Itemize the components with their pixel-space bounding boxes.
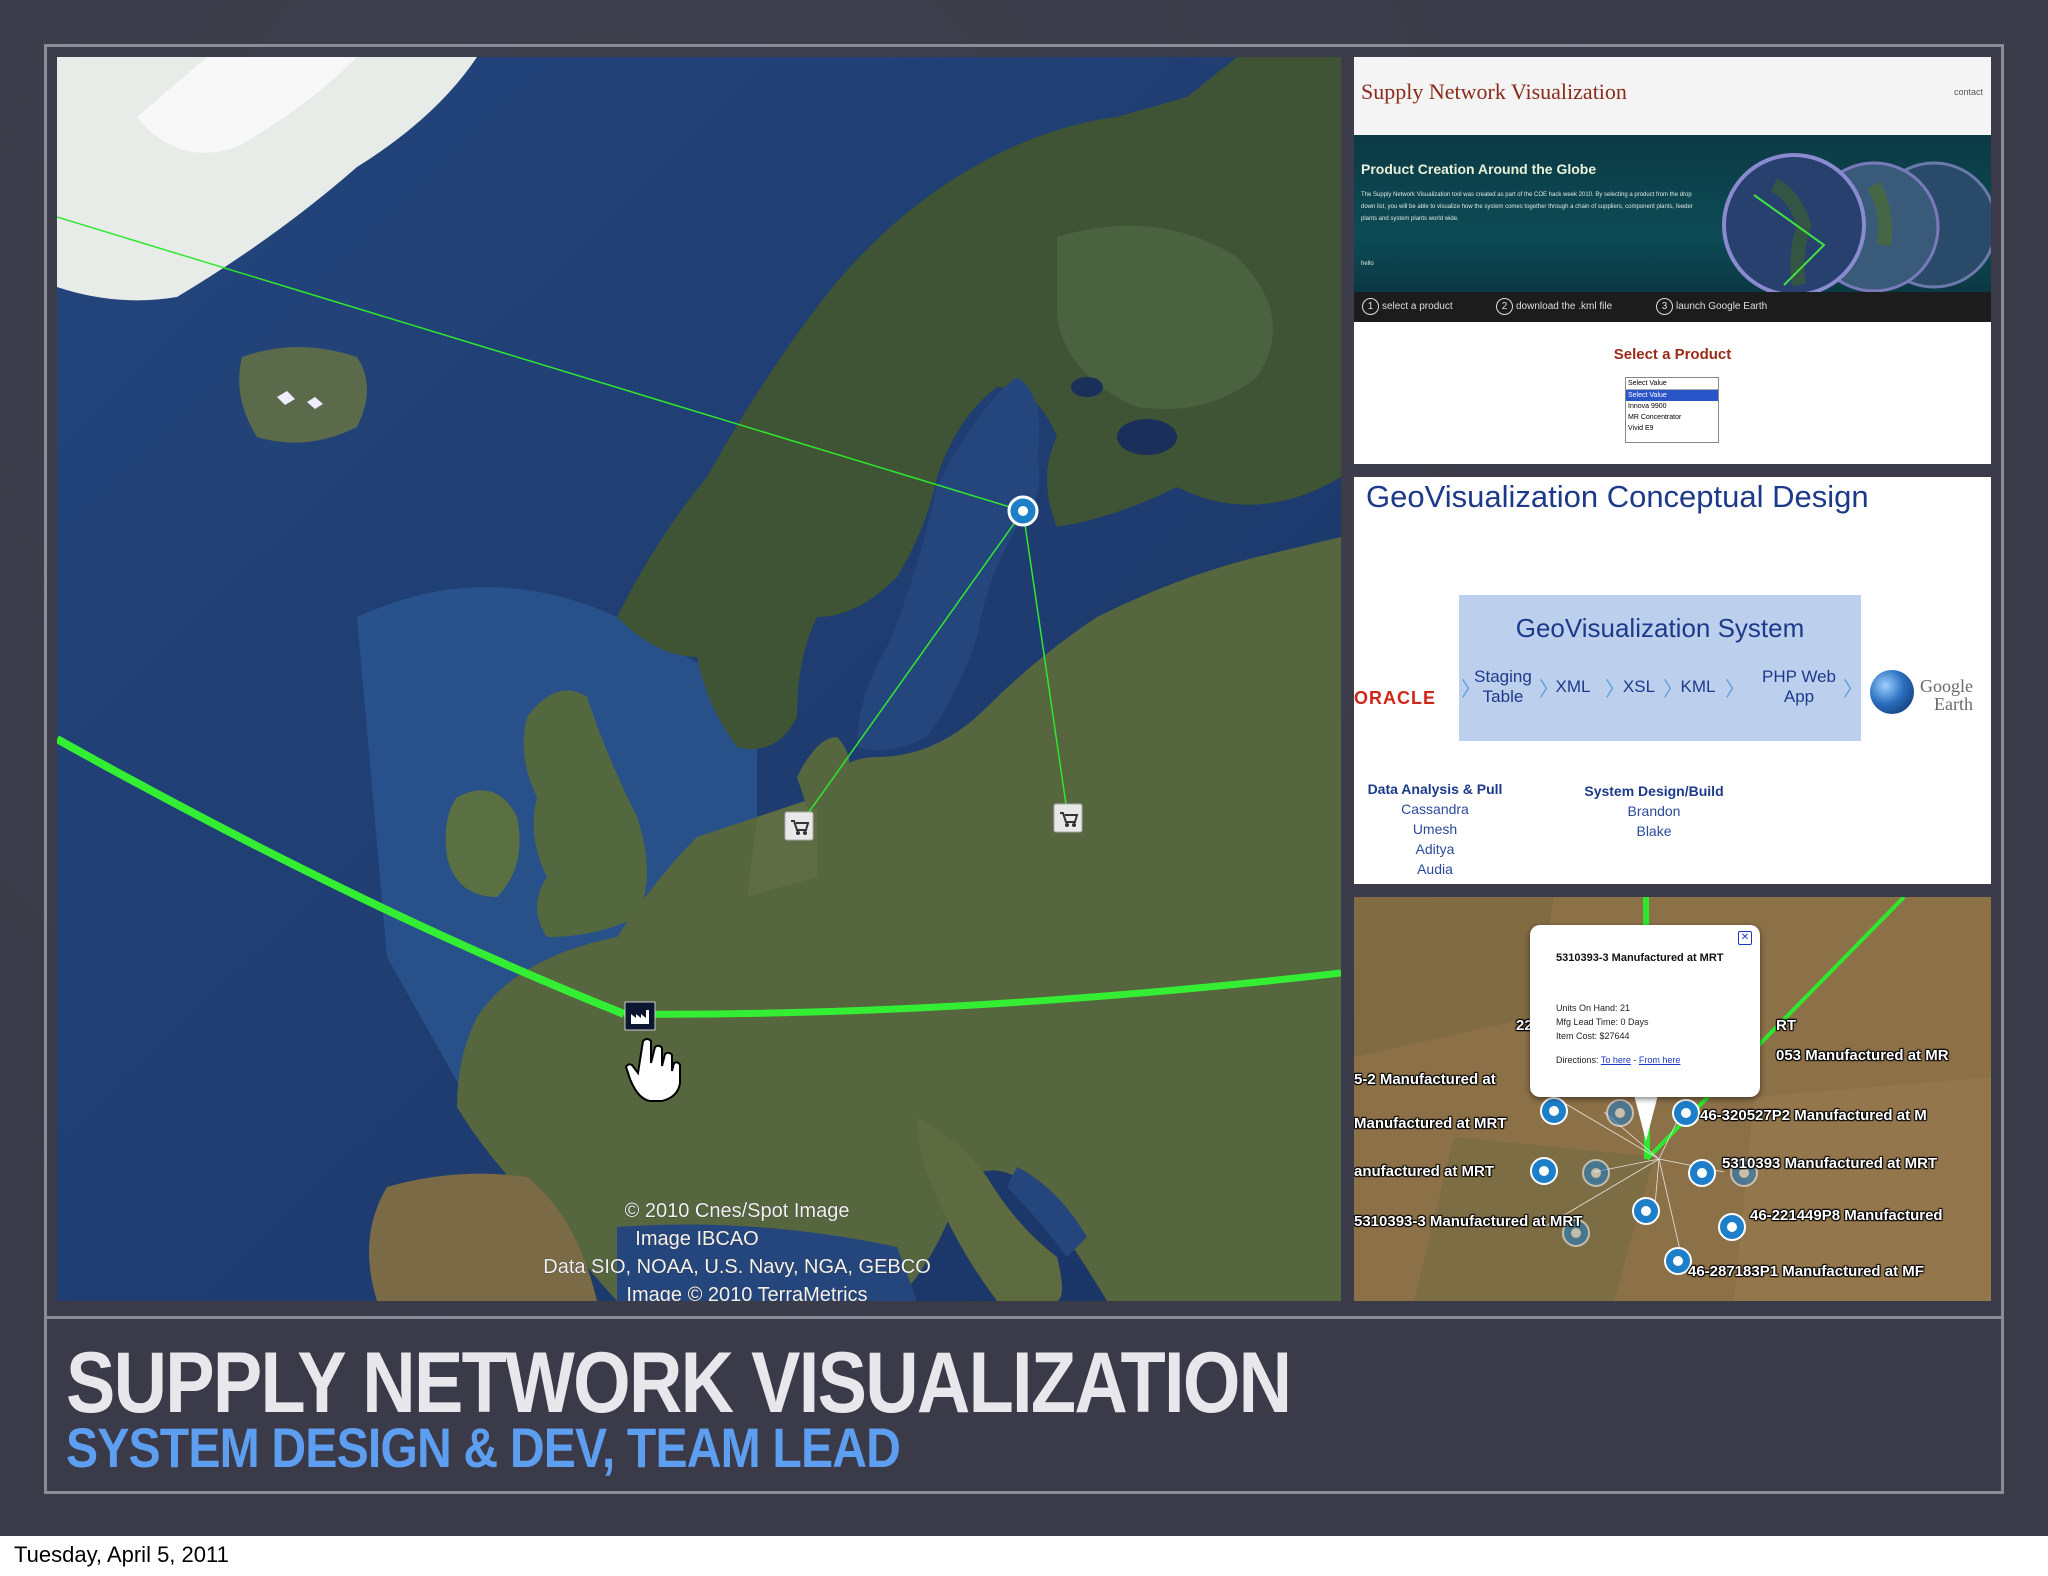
website-screenshot: Supply Network Visualization contact Pro… <box>1354 57 1991 464</box>
main-map-screenshot: © 2010 Cnes/Spot Image Image IBCAO Data … <box>57 57 1341 1301</box>
website-banner: Product Creation Around the Globe The Su… <box>1354 135 1991 305</box>
placemark-label: 46-320527P2 Manufactured at M <box>1700 1107 1927 1124</box>
shopping-cart-icon <box>784 811 814 841</box>
europe-map: © 2010 Cnes/Spot Image Image IBCAO Data … <box>57 57 1341 1301</box>
slide-subtitle: SYSTEM DESIGN & DEV, TEAM LEAD <box>66 1416 901 1479</box>
team-group-data-analysis: Data Analysis & Pull Cassandra Umesh Adi… <box>1367 781 1503 877</box>
placemark-label: 46-221449P8 Manufactured <box>1750 1207 1943 1224</box>
placemark-label: 5310393 Manufactured at MRT <box>1722 1155 1938 1172</box>
placemark-label: RT <box>1776 1017 1796 1034</box>
placemark-label: 5310393-3 Manufactured at MRT <box>1354 1213 1583 1230</box>
geovisualization-system-box: GeoVisualization System 〉 Staging Table … <box>1459 595 1863 741</box>
website-header: Supply Network Visualization contact <box>1354 57 1991 135</box>
gear-icon[interactable] <box>1632 1197 1660 1225</box>
directions-to-here-link[interactable]: To here <box>1601 1055 1631 1065</box>
select-product-heading: Select a Product <box>1613 346 1732 363</box>
gear-icon[interactable] <box>1540 1097 1568 1125</box>
detail-map-screenshot: 22 RT 5-2 Manufactured at 053 Manufactur… <box>1354 897 1991 1301</box>
flow-arrow-icon: 〉 <box>1725 679 1745 701</box>
gear-icon <box>1007 495 1039 527</box>
map-credit-line: © 2010 Cnes/Spot Image <box>625 1200 850 1222</box>
select-option[interactable]: Vivid E9 <box>1626 423 1718 434</box>
placemark-label: 053 Manufactured at MR <box>1776 1047 1949 1064</box>
map-credit-line: Image © 2010 TerraMetrics <box>626 1284 867 1301</box>
popup-directions: Directions: To here - From here <box>1556 1055 1681 1065</box>
oracle-logo: ORACLE <box>1354 688 1436 708</box>
flow-step: XSL <box>1622 677 1656 696</box>
popup-title: 5310393-3 Manufactured at MRT <box>1556 952 1724 964</box>
flow-step: PHP Web App <box>1761 667 1837 706</box>
slide-title: SUPPLY NETWORK VISUALIZATION <box>66 1335 1292 1431</box>
product-select[interactable]: Select Value Select Value Innova 9900 MR… <box>1625 377 1719 443</box>
contact-link[interactable]: contact <box>1954 87 1983 97</box>
placemark-label: 46-287183P1 Manufactured at MF <box>1688 1263 1924 1280</box>
select-option[interactable]: Select Value <box>1626 378 1718 390</box>
placemark-label: Manufactured at MRT <box>1354 1115 1507 1132</box>
flow-step: KML <box>1680 677 1716 696</box>
system-label: GeoVisualization System <box>1515 613 1805 643</box>
close-icon[interactable]: ✕ <box>1738 931 1752 945</box>
select-option[interactable]: Select Value <box>1626 390 1718 401</box>
placemark-label: 5-2 Manufactured at <box>1354 1071 1496 1088</box>
banner-hello: hello <box>1361 261 1374 267</box>
slide: © 2010 Cnes/Spot Image Image IBCAO Data … <box>0 0 2048 1536</box>
steps-bar: 1 select a product 2 download the .kml fil… <box>1354 292 1991 322</box>
flow-arrow-icon: 〉 <box>1843 679 1863 701</box>
placemark-label: anufactured at MRT <box>1354 1163 1495 1180</box>
gear-icon[interactable] <box>1718 1213 1746 1241</box>
step-select-product: 1 select a product <box>1362 298 1453 315</box>
globes-image <box>1722 153 1991 297</box>
select-option[interactable]: Innova 9900 <box>1626 401 1718 412</box>
gear-icon[interactable] <box>1688 1159 1716 1187</box>
select-option[interactable]: MR Concentrator <box>1626 412 1718 423</box>
flow-step: Staging Table <box>1474 667 1532 706</box>
slide-divider <box>44 1316 2004 1319</box>
info-popup: ✕ 5310393-3 Manufactured at MRT Units On… <box>1530 925 1760 1097</box>
concept-title: GeoVisualization Conceptual Design <box>1366 479 1869 514</box>
popup-details: Units On Hand: 21 Mfg Lead Time: 0 Days … <box>1556 1003 1649 1041</box>
flow-step: XML <box>1555 677 1591 696</box>
google-earth-logo-text: Google Earth <box>1920 676 1973 714</box>
gear-icon[interactable] <box>1672 1099 1700 1127</box>
map-credit-line: Data SIO, NOAA, U.S. Navy, NGA, GEBCO <box>543 1256 931 1278</box>
step-launch-google-earth: 3 launch Google Earth <box>1656 298 1767 315</box>
step-download-kml: 2 download the .kml file <box>1496 298 1612 315</box>
website-title: Supply Network Visualization <box>1361 79 1627 104</box>
popup-tail <box>1634 1095 1658 1141</box>
banner-text: The Supply Network Visualization tool wa… <box>1361 192 1693 222</box>
google-earth-logo-icon <box>1870 670 1914 714</box>
team-group-system-design: System Design/Build Brandon Blake <box>1584 783 1724 839</box>
factory-icon <box>624 1001 656 1031</box>
gear-icon[interactable] <box>1530 1157 1558 1185</box>
banner-heading: Product Creation Around the Globe <box>1361 161 1597 177</box>
footer-date: Tuesday, April 5, 2011 <box>14 1542 229 1567</box>
shopping-cart-icon <box>1053 803 1083 833</box>
gear-icon[interactable] <box>1606 1099 1634 1127</box>
concept-design-screenshot: GeoVisualization Conceptual Design ORACL… <box>1354 477 1991 884</box>
gear-icon[interactable] <box>1582 1159 1610 1187</box>
map-credit-line: Image IBCAO <box>635 1228 758 1250</box>
iceland-landmass <box>239 347 367 443</box>
directions-from-here-link[interactable]: From here <box>1639 1055 1681 1065</box>
